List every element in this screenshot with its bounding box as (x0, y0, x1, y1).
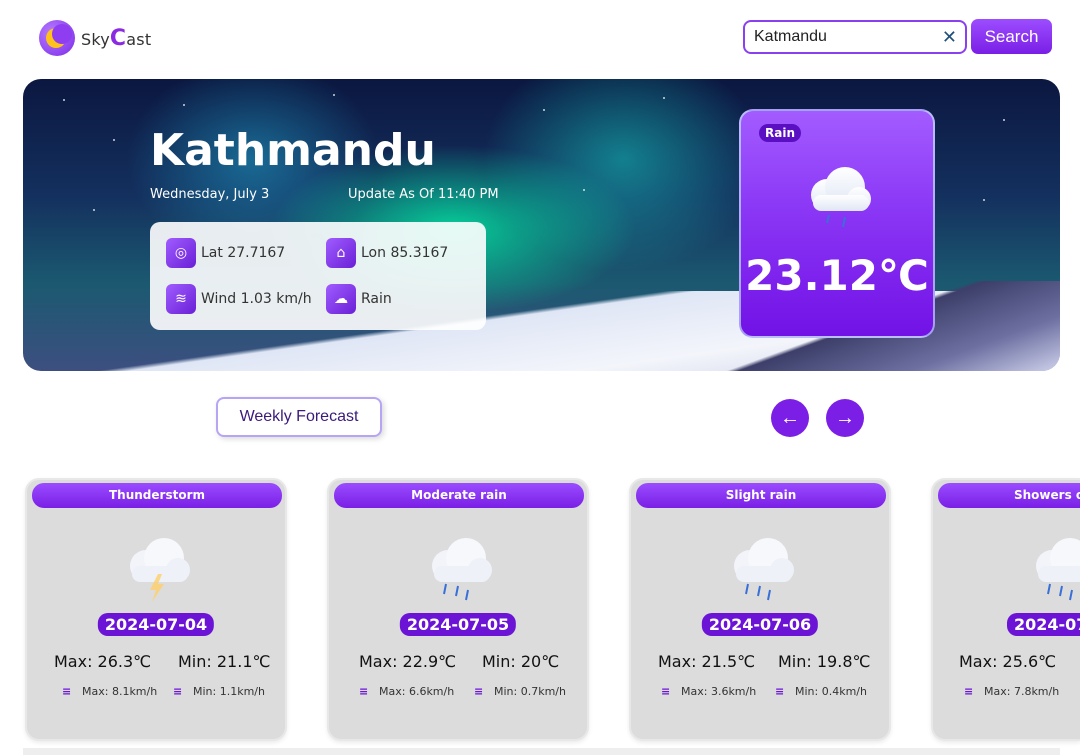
wind-icon: ≡ (775, 684, 785, 698)
rain-cloud-icon (1036, 538, 1080, 601)
forecast-date: 2024-07-05 (399, 613, 517, 636)
wind-icon: ≡ (964, 684, 974, 698)
min-wind: ≡ Min: 0.7km/h (474, 684, 566, 698)
forecast-card[interactable]: Thunderstorm 2024-07-04 Max: 26.3℃ Min: … (25, 478, 287, 741)
search-button[interactable]: Search (971, 19, 1052, 54)
latitude: ◎ Lat 27.7167 (166, 238, 285, 268)
compass-icon: ◎ (166, 238, 196, 268)
forecast-date: 2024-07-04 (97, 613, 215, 636)
max-temp: Max: 25.6℃ (959, 652, 1057, 671)
wind-icon: ≡ (62, 684, 72, 698)
search-input[interactable] (754, 28, 914, 46)
wind-icon: ≋ (166, 284, 196, 314)
tab-weekly-forecast[interactable]: Weekly Forecast (216, 397, 382, 437)
forecast-condition: Thunderstorm (32, 483, 282, 508)
wind-icon: ≡ (359, 684, 369, 698)
current-temp-card: Rain 23.12℃ (739, 109, 935, 338)
page-bottom-strip (23, 748, 1060, 755)
condition-badge: Rain (759, 124, 801, 142)
city-name: Kathmandu (150, 125, 436, 176)
current-temperature: 23.12℃ (745, 251, 929, 300)
search-field[interactable]: ✕ (743, 20, 967, 54)
forecast-date: 2024-07 (1007, 613, 1080, 636)
prev-button[interactable]: ← (771, 399, 809, 437)
clear-icon[interactable]: ✕ (942, 27, 957, 48)
min-wind: ≡ Min: 0.4km/h (775, 684, 867, 698)
max-temp: Max: 26.3℃ (54, 652, 152, 671)
forecast-condition: Slight rain (636, 483, 886, 508)
update-time: Update As Of 11:40 PM (348, 187, 499, 202)
wind-icon: ≡ (173, 684, 183, 698)
current-date: Wednesday, July 3 (150, 187, 270, 202)
forecast-card[interactable]: Showers of 2024-07 Max: 25.6℃ ≡Max: 7.8k… (931, 478, 1080, 741)
navigation-icon: ⌂ (326, 238, 356, 268)
current-weather-banner: Kathmandu Wednesday, July 3 Update As Of… (23, 79, 1060, 371)
rain-cloud-icon (811, 167, 871, 228)
wind-icon: ≡ (474, 684, 484, 698)
max-wind: ≡ Max: 6.6km/h (359, 684, 455, 698)
max-wind: ≡ Max: 3.6km/h (661, 684, 757, 698)
app-logo[interactable]: SkyCast (39, 20, 151, 56)
thunder-cloud-icon (130, 538, 190, 602)
moon-logo-icon (39, 20, 75, 56)
min-temp: Min: 20℃ (482, 652, 560, 671)
forecast-card[interactable]: Slight rain 2024-07-06 Max: 21.5℃ Min: 1… (629, 478, 891, 741)
max-temp: Max: 21.5℃ (658, 652, 756, 671)
wind-speed: ≋ Wind 1.03 km/h (166, 284, 312, 314)
max-wind: ≡ Max: 7.8km/h (964, 684, 1060, 698)
next-button[interactable]: → (826, 399, 864, 437)
rain-cloud-icon (734, 538, 794, 601)
min-wind: ≡ Min: 1.1km/h (173, 684, 265, 698)
forecast-card[interactable]: Moderate rain 2024-07-05 Max: 22.9℃ Min:… (327, 478, 589, 741)
max-temp: Max: 22.9℃ (359, 652, 457, 671)
condition: ☁ Rain (326, 284, 392, 314)
forecast-condition: Showers of (938, 483, 1080, 508)
logo-text: SkyCast (81, 25, 152, 51)
cloud-icon: ☁ (326, 284, 356, 314)
wind-icon: ≡ (661, 684, 671, 698)
min-temp: Min: 19.8℃ (778, 652, 871, 671)
weather-details-panel: ◎ Lat 27.7167 ⌂ Lon 85.3167 ≋ Wind 1.03 … (150, 222, 486, 330)
forecast-condition: Moderate rain (334, 483, 584, 508)
forecast-date: 2024-07-06 (701, 613, 819, 636)
max-wind: ≡ Max: 8.1km/h (62, 684, 158, 698)
rain-cloud-icon (432, 538, 492, 601)
longitude: ⌂ Lon 85.3167 (326, 238, 448, 268)
min-temp: Min: 21.1℃ (178, 652, 271, 671)
